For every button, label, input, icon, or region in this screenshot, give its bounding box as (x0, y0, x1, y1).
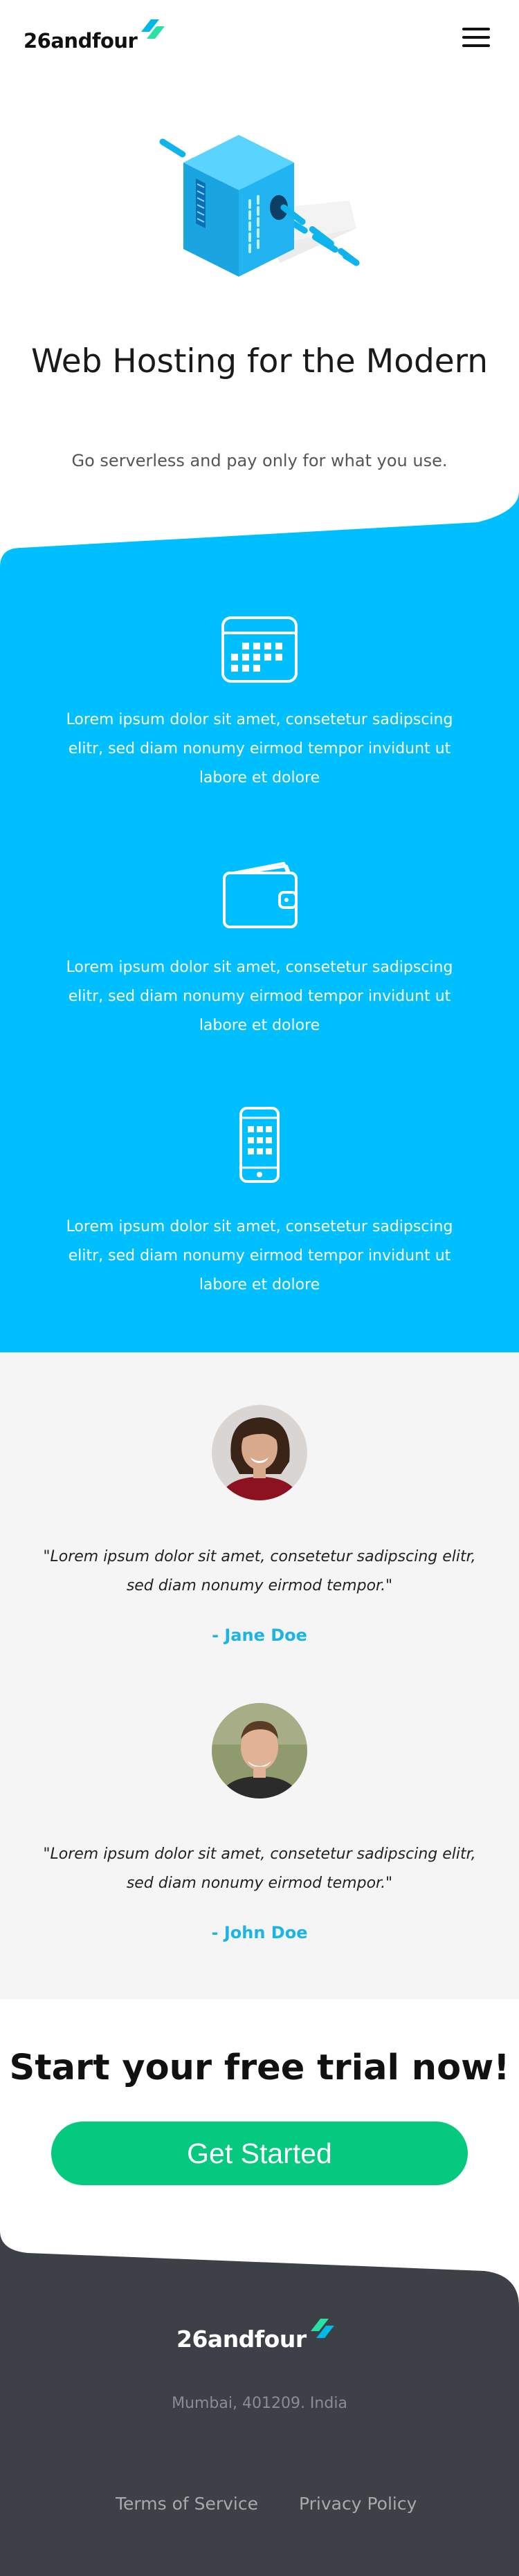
cta-title: Start your free trial now! (9, 2048, 510, 2088)
footer-brand-name: 26andfour (176, 2326, 307, 2353)
avatar (212, 1405, 307, 1500)
calendar-icon (221, 616, 298, 683)
avatar (212, 1703, 307, 1798)
hero-title: Web Hosting for the Modern (30, 342, 489, 380)
brand-logo[interactable]: 26andfour (24, 18, 165, 51)
site-header: 26andfour (0, 0, 519, 76)
smartphone-icon (239, 1107, 280, 1183)
brand-name: 26andfour (24, 29, 138, 53)
hero-subtitle: Go serverless and pay only for what you … (71, 451, 448, 470)
testimonial-author: - John Doe (211, 1923, 308, 1942)
get-started-button[interactable]: Get Started (51, 2122, 468, 2185)
testimonial-author: - Jane Doe (212, 1626, 307, 1645)
brand-mark-icon (141, 19, 165, 39)
page: 26andfour Web Hosting for the Modern Go … (0, 0, 519, 2576)
terms-of-service-link[interactable]: Terms of Service (116, 2494, 258, 2514)
footer-address: Mumbai, 401209. India (172, 2395, 347, 2412)
brand-mark-icon (310, 2319, 334, 2338)
privacy-policy-link[interactable]: Privacy Policy (299, 2494, 417, 2514)
feature-text: Lorem ipsum dolor sit amet, consetetur s… (66, 1218, 453, 1294)
feature-text: Lorem ipsum dolor sit amet, consetetur s… (66, 711, 453, 786)
wallet-icon (223, 862, 298, 928)
hamburger-menu-icon[interactable] (462, 28, 490, 47)
testimonial-quote: "Lorem ipsum dolor sit amet, consetetur … (43, 1846, 476, 1892)
footer-brand-logo[interactable]: 26andfour (176, 2317, 334, 2350)
testimonial-quote: "Lorem ipsum dolor sit amet, consetetur … (43, 1548, 476, 1594)
server-cube-illustration (159, 135, 360, 277)
feature-text: Lorem ipsum dolor sit amet, consetetur s… (66, 959, 453, 1034)
